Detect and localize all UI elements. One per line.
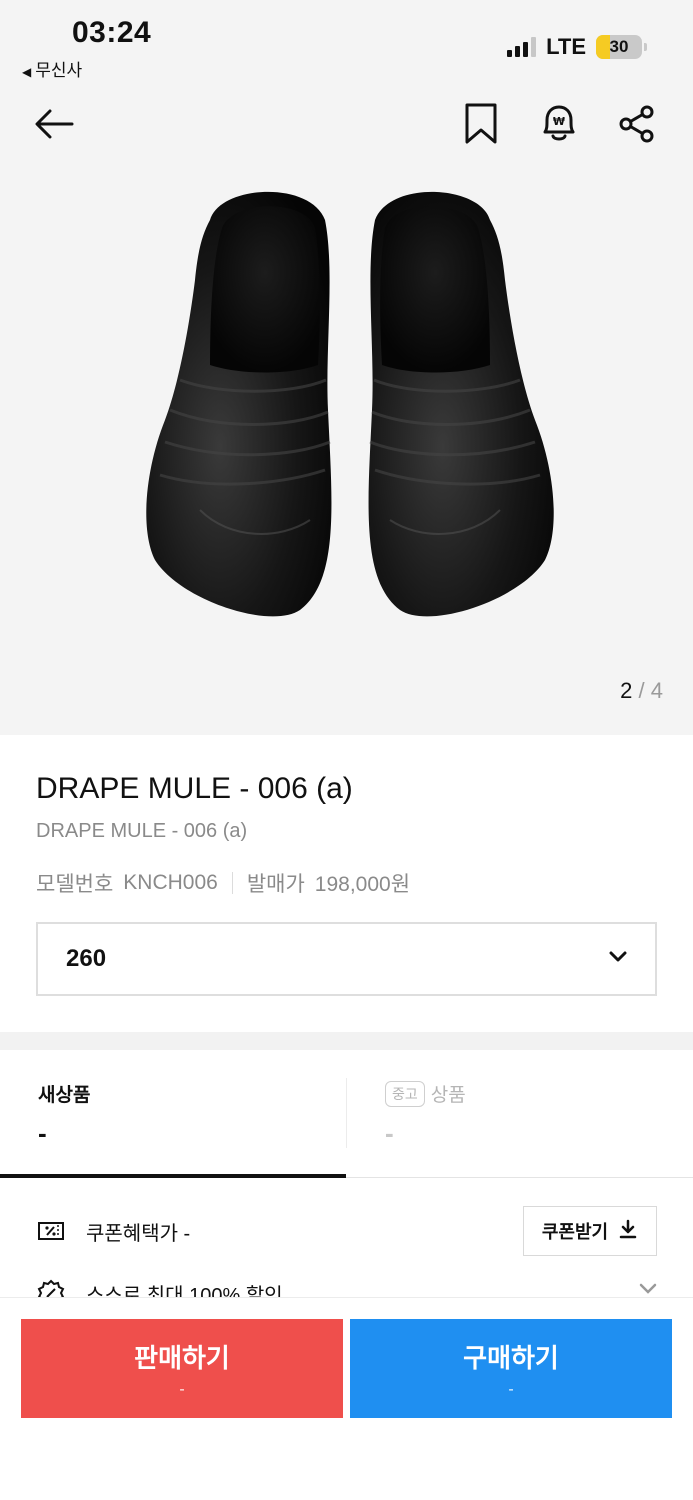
sell-button-label: 판매하기 (134, 1343, 230, 1373)
product-hero: 03:24 ◀ 무신사 LTE 30 ₩ 2 / 4 (0, 0, 693, 735)
image-page-indicator: 2 / 4 (620, 678, 663, 704)
status-time: 03:24 (72, 16, 152, 49)
share-icon[interactable] (613, 100, 661, 148)
meta-divider (231, 872, 233, 894)
tab-used-label-group: 중고 상품 (385, 1080, 466, 1107)
image-page-total: 4 (650, 678, 663, 703)
section-divider (0, 1032, 693, 1050)
tab-new-price: - (38, 1118, 47, 1148)
status-back-app[interactable]: ◀ 무신사 (22, 56, 82, 81)
bookmark-icon[interactable] (457, 100, 505, 148)
back-triangle-icon: ◀ (22, 65, 32, 79)
get-coupon-button[interactable]: 쿠폰받기 (523, 1206, 657, 1256)
status-indicators: LTE 30 (507, 34, 647, 60)
tab-new-label: 새상품 (38, 1085, 91, 1106)
release-price-label: 발매가 (246, 873, 305, 896)
used-badge: 중고 (385, 1080, 425, 1107)
svg-text:₩: ₩ (553, 115, 565, 128)
model-number-value: KNCH006 (123, 871, 218, 894)
battery-level: 30 (609, 37, 629, 56)
product-meta: 모델번호 KNCH006 발매가 198,000원 (36, 868, 410, 898)
price-alert-bell-icon[interactable]: ₩ (535, 100, 583, 148)
tab-new-product[interactable]: 새상품 - (0, 1050, 346, 1178)
buy-button-label: 구매하기 (463, 1343, 559, 1373)
tab-active-indicator (0, 1174, 346, 1178)
buy-button[interactable]: 구매하기 - (350, 1319, 672, 1418)
tab-used-price: - (385, 1118, 394, 1148)
back-arrow-icon[interactable] (30, 100, 78, 148)
coupon-icon (36, 1216, 66, 1246)
left-shoe (146, 191, 332, 617)
header-actions: ₩ (457, 100, 661, 148)
tab-used-product[interactable]: 중고 상품 - (347, 1050, 693, 1178)
image-page-separator: / (638, 678, 645, 703)
sell-button[interactable]: 판매하기 - (21, 1319, 343, 1418)
battery-cap (644, 43, 647, 51)
status-back-label: 무신사 (35, 61, 83, 80)
sell-button-price: - (179, 1381, 185, 1398)
model-number-label: 모델번호 (36, 873, 114, 896)
product-subtitle: DRAPE MULE - 006 (a) (36, 820, 248, 842)
download-icon (618, 1219, 638, 1244)
image-page-current: 2 (620, 678, 633, 703)
coupon-price-label: 쿠폰혜택가 - (86, 1222, 191, 1245)
size-dropdown-value: 260 (66, 945, 107, 972)
product-image[interactable] (140, 180, 560, 630)
chevron-down-icon (609, 950, 627, 968)
network-label: LTE (546, 34, 586, 59)
release-price-value: 198,000원 (314, 873, 411, 896)
right-shoe (368, 191, 554, 617)
buy-button-price: - (508, 1381, 514, 1398)
size-dropdown[interactable]: 260 (36, 922, 657, 996)
get-coupon-label: 쿠폰받기 (541, 1222, 609, 1242)
battery-icon: 30 (596, 35, 642, 59)
coupon-row: 쿠폰혜택가 - 쿠폰받기 (36, 1206, 657, 1256)
signal-icon (507, 37, 537, 57)
product-title: DRAPE MULE - 006 (a) (36, 772, 353, 805)
tab-used-label: 상품 (430, 1085, 466, 1106)
